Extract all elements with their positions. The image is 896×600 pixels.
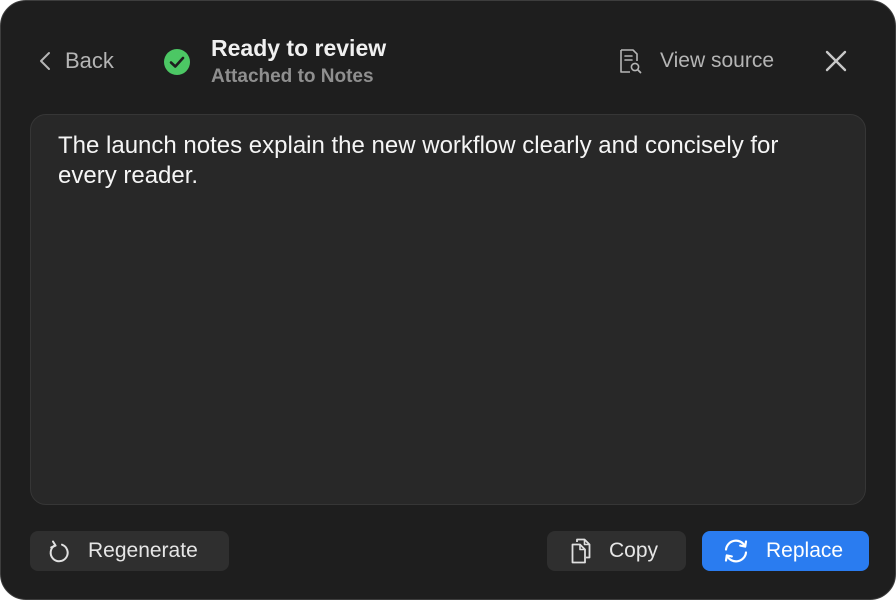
- view-source-button[interactable]: View source: [617, 41, 774, 81]
- status-title: Ready to review: [211, 35, 387, 61]
- copy-icon: [569, 537, 593, 565]
- close-button[interactable]: [820, 45, 852, 77]
- review-panel: Back Ready to review Attached to Notes V: [0, 0, 896, 600]
- chevron-left-icon: [39, 51, 51, 71]
- status-subtitle: Attached to Notes: [211, 66, 374, 87]
- replace-label: Replace: [766, 539, 844, 562]
- check-circle-icon: [163, 48, 191, 76]
- replace-button[interactable]: Replace: [702, 531, 869, 571]
- copy-button[interactable]: Copy: [547, 531, 686, 571]
- close-icon: [824, 49, 848, 73]
- result-text: The launch notes explain the new workflo…: [58, 132, 779, 189]
- back-label: Back: [65, 48, 114, 73]
- sync-icon: [721, 538, 751, 564]
- status-titles: Ready to review Attached to Notes: [211, 33, 386, 90]
- regenerate-button[interactable]: Regenerate: [30, 531, 229, 571]
- copy-label: Copy: [609, 539, 659, 562]
- refresh-icon: [48, 539, 70, 563]
- back-button[interactable]: Back: [39, 41, 114, 81]
- result-text-area[interactable]: The launch notes explain the new workflo…: [30, 114, 866, 505]
- regenerate-label: Regenerate: [88, 539, 198, 562]
- status-header: Ready to review Attached to Notes: [163, 33, 386, 90]
- view-source-label: View source: [660, 49, 775, 72]
- document-search-icon: [617, 47, 643, 75]
